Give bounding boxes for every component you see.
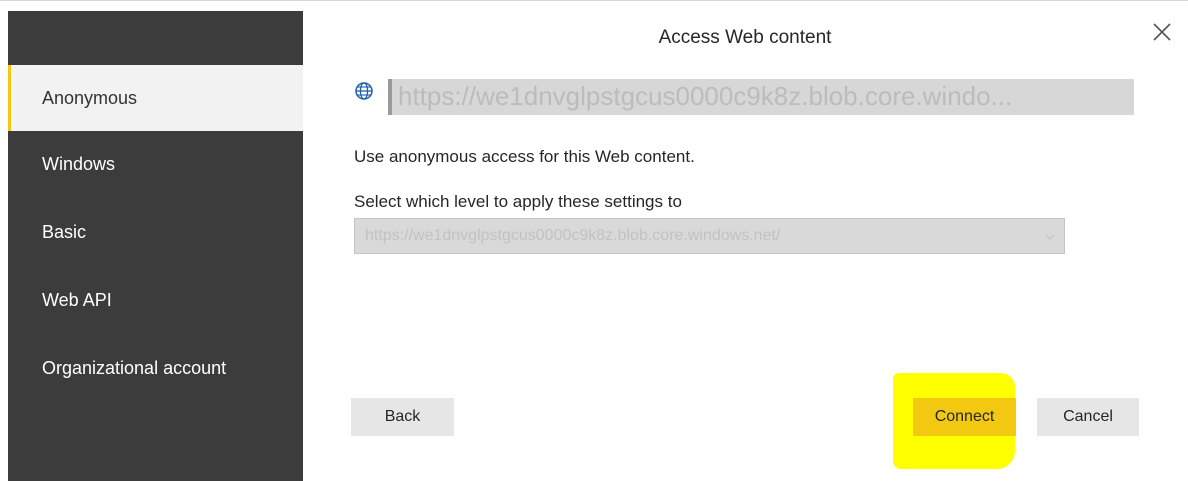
connect-button-label: Connect [934,408,995,425]
sidebar-item-web-api[interactable]: Web API [8,267,303,333]
url-text: https://we1dnvglpstgcus0000c9k8z.blob.co… [388,79,1134,115]
sidebar-item-anonymous[interactable]: Anonymous [8,65,303,131]
chevron-down-icon [1044,230,1056,242]
connect-button[interactable]: Connect [913,398,1016,436]
close-icon[interactable] [1151,21,1173,43]
level-label: Select which level to apply these settin… [354,192,682,211]
sidebar-item-label: Windows [42,153,116,174]
sidebar-item-label: Web API [42,289,112,310]
sidebar-item-organizational-account[interactable]: Organizational account [8,335,303,401]
auth-method-sidebar: Anonymous Windows Basic Web API Organiza… [8,11,303,481]
auth-description: Use anonymous access for this Web conten… [354,147,695,166]
sidebar-item-windows[interactable]: Windows [8,131,303,197]
access-web-content-dialog: Anonymous Windows Basic Web API Organiza… [0,0,1188,481]
sidebar-item-label: Organizational account [42,357,227,378]
cancel-button[interactable]: Cancel [1037,398,1139,436]
globe-icon [354,81,374,101]
level-select-value: https://we1dnvglpstgcus0000c9k8z.blob.co… [365,227,781,244]
sidebar-item-label: Basic [42,221,87,242]
url-row: https://we1dnvglpstgcus0000c9k8z.blob.co… [354,79,1134,115]
sidebar-item-label: Anonymous [42,87,138,108]
cancel-button-label: Cancel [1063,408,1113,425]
dialog-title: Access Web content [658,27,832,48]
back-button-label: Back [384,408,421,425]
sidebar-item-basic[interactable]: Basic [8,199,303,265]
level-select[interactable]: https://we1dnvglpstgcus0000c9k8z.blob.co… [354,218,1065,254]
back-button[interactable]: Back [351,398,454,436]
